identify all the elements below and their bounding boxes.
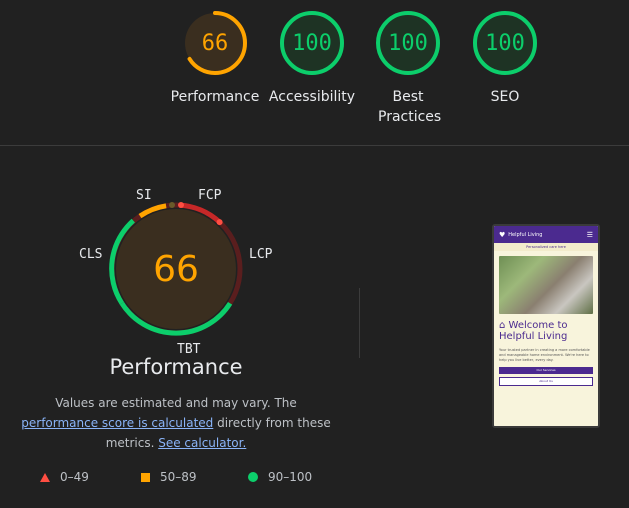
legend-range: 90–100 [268,470,313,484]
page-screenshot-thumbnail[interactable]: ♥ Helpful Living ☰ Personalized care her… [492,224,600,428]
square-icon [141,472,150,482]
legend-item: 0–49 [40,470,89,484]
thumb-hero-image [499,256,593,314]
circle-icon [248,472,258,482]
legend-item: 50–89 [141,470,197,484]
note-text: Values are estimated and may vary. The [55,396,297,410]
home-icon: ⌂ [499,320,506,331]
gauge-accessibility[interactable]: 100 Accessibility [264,9,360,107]
metric-cls-label: CLS [79,247,103,262]
performance-title: Performance [109,355,243,379]
thumb-heading: ⌂ Welcome to Helpful Living [499,320,593,342]
thumb-navbar: ♥ Helpful Living ☰ [494,226,598,243]
gauge-score: 100 [292,30,332,56]
menu-icon: ☰ [586,230,593,239]
estimate-note: Values are estimated and may vary. The p… [20,393,332,453]
metric-fcp-label: FCP [198,188,222,203]
thumb-banner: Personalized care here [494,243,598,251]
metric-lcp-label: LCP [249,247,273,262]
gauge-score: 100 [485,30,525,56]
thumb-body-text: Your trusted partner in creating a more … [499,348,590,362]
gauge-label: Accessibility [268,89,356,105]
performance-score: 66 [153,249,199,290]
thumb-heading-text: Welcome to Helpful Living [499,320,568,342]
vertical-divider [359,288,360,358]
thumb-body: ⌂ Welcome to Helpful Living Your trusted… [494,251,598,426]
gauge-label: Performance [170,89,260,105]
heart-icon: ♥ [499,230,506,239]
score-gauges: 66 Performance 100 Accessibility 100 Bes… [0,0,629,146]
gauge-label: Best Practices [378,89,442,125]
triangle-icon [40,472,50,482]
gauge-best-practices[interactable]: 100 Best Practices [360,9,456,127]
section-divider [0,145,629,146]
legend-range: 50–89 [160,470,197,484]
gauge-score: 100 [388,30,428,56]
gauge-seo[interactable]: 100 SEO [457,9,553,107]
gauge-score: 66 [201,30,229,56]
calculator-link[interactable]: See calculator. [158,436,246,450]
gauge-performance[interactable]: 66 Performance [167,9,263,107]
thumb-about-button: About Us [499,377,593,386]
thumb-services-button: Our Services [499,367,593,374]
gauge-label: SEO [490,89,520,105]
metric-si-label: SI [136,188,152,203]
thumb-brand: Helpful Living [508,231,543,238]
performance-calc-link[interactable]: performance score is calculated [21,416,213,430]
legend-range: 0–49 [60,470,89,484]
legend-item: 90–100 [248,470,312,484]
